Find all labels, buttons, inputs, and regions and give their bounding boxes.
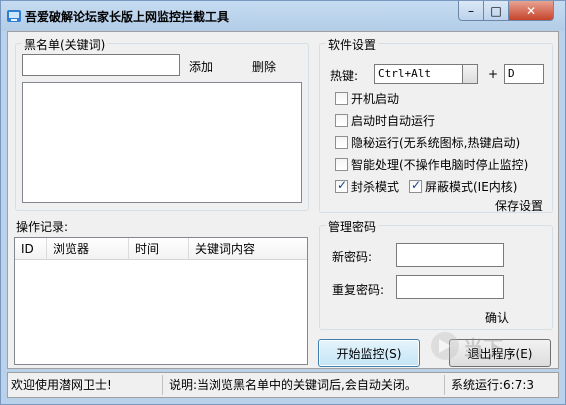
blacklist-listbox[interactable] [22, 82, 302, 203]
option-hidden-run[interactable]: 隐秘运行(无系统图标,热键启动) [335, 134, 520, 151]
hotkey-label: 热键: [330, 69, 359, 83]
delete-keyword-button[interactable]: 删除 [252, 58, 276, 75]
add-keyword-button[interactable]: 添加 [189, 58, 213, 75]
option-smart[interactable]: 智能处理(不操作电脑时停止监控) [335, 156, 528, 173]
minimize-button[interactable]: – [458, 1, 484, 21]
keyword-input[interactable] [22, 54, 180, 76]
status-separator [162, 375, 163, 395]
option-smart-label: 智能处理(不操作电脑时停止监控) [351, 158, 529, 172]
log-header: ID 浏览器 时间 关键词内容 [15, 238, 307, 260]
app-icon [7, 10, 21, 22]
close-button[interactable]: ✕ [508, 1, 554, 21]
save-settings-button[interactable]: 保存设置 [495, 197, 543, 214]
option-autostart-label: 开机启动 [351, 92, 400, 106]
repeat-password-input[interactable] [396, 275, 504, 299]
window-title: 吾爱破解论坛家长版上网监控拦截工具 [25, 10, 230, 24]
password-group: 管理密码 新密码: 重复密码: 确认 [319, 218, 553, 330]
column-keyword[interactable]: 关键词内容 [189, 238, 308, 260]
option-hidden-run-label: 隐秘运行(无系统图标,热键启动) [351, 136, 521, 150]
hotkey-key-field[interactable]: D [504, 64, 544, 84]
status-bar: 欢迎使用潜网卫士! 说明:当浏览黑名单中的关键词后,会自动关闭。 系统运行:6:… [7, 372, 559, 398]
watermark: 当下 [431, 329, 551, 363]
option-hidden-run-checkbox[interactable] [335, 136, 348, 149]
status-separator [444, 375, 445, 395]
hotkey-modifier-field[interactable]: Ctrl+Alt [374, 64, 476, 84]
log-title: 操作记录: [16, 220, 69, 234]
watermark-text: 当下 [463, 335, 503, 360]
settings-group-title: 软件设置 [326, 36, 379, 53]
settings-group: 软件设置 热键: Ctrl+Alt + D 开机启动 启动时自动运行 隐秘运行(… [319, 36, 553, 214]
option-kill-mode[interactable]: 封杀模式 [335, 178, 399, 195]
hotkey-plus: + [488, 67, 499, 81]
log-listview[interactable]: ID 浏览器 时间 关键词内容 [14, 237, 308, 365]
status-note: 说明:当浏览黑名单中的关键词后,会自动关闭。 [169, 378, 417, 392]
password-group-title: 管理密码 [326, 218, 379, 235]
client-area: 黑名单(关键词) 添加 删除 软件设置 热键: Ctrl+Alt + D 开机启… [7, 31, 559, 369]
block-mode-label: 屏蔽模式(IE内核) [425, 180, 518, 194]
new-password-input[interactable] [396, 243, 504, 267]
kill-mode-label: 封杀模式 [351, 180, 400, 194]
option-autostart-checkbox[interactable] [335, 92, 348, 105]
kill-mode-checkbox[interactable] [335, 178, 348, 193]
hotkey-dropdown-button[interactable] [462, 64, 478, 84]
blacklist-group: 黑名单(关键词) 添加 删除 [15, 36, 309, 211]
option-block-mode[interactable]: 屏蔽模式(IE内核) [409, 178, 518, 195]
maximize-button[interactable]: □ [483, 1, 509, 21]
option-autostart[interactable]: 开机启动 [335, 90, 399, 107]
option-smart-checkbox[interactable] [335, 158, 348, 171]
watermark-logo-icon [431, 332, 459, 360]
app-window: 吾爱破解论坛家长版上网监控拦截工具 – □ ✕ 黑名单(关键词) 添加 删除 软… [0, 0, 566, 405]
repeat-password-label: 重复密码: [332, 283, 385, 297]
option-auto-run[interactable]: 启动时自动运行 [335, 112, 435, 129]
option-auto-run-label: 启动时自动运行 [351, 114, 436, 128]
status-welcome: 欢迎使用潜网卫士! [11, 378, 112, 392]
option-auto-run-checkbox[interactable] [335, 114, 348, 127]
column-browser[interactable]: 浏览器 [47, 238, 129, 260]
block-mode-checkbox[interactable] [409, 178, 422, 193]
title-bar[interactable]: 吾爱破解论坛家长版上网监控拦截工具 – □ ✕ [1, 1, 565, 31]
new-password-label: 新密码: [332, 250, 373, 264]
status-runtime: 系统运行:6:7:3 [451, 378, 535, 392]
confirm-password-button[interactable]: 确认 [485, 309, 509, 326]
blacklist-group-title: 黑名单(关键词) [22, 36, 108, 53]
column-time[interactable]: 时间 [129, 238, 189, 260]
start-monitor-button[interactable]: 开始监控(S) [318, 339, 420, 367]
column-id[interactable]: ID [15, 238, 47, 260]
